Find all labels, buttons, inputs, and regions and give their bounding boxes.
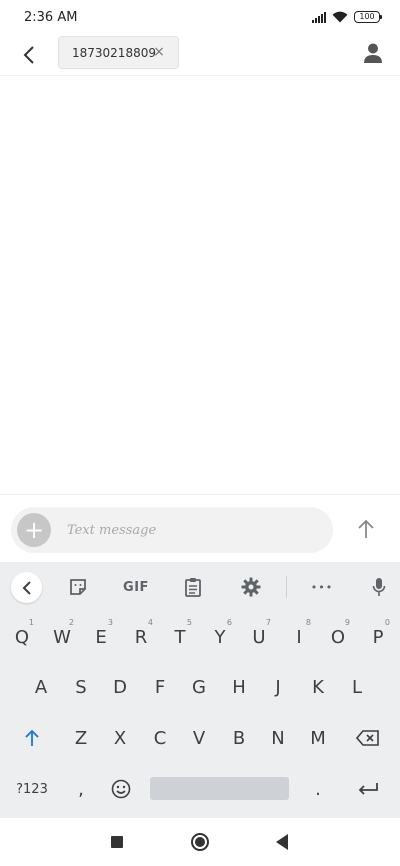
- chevron-left-icon: [23, 46, 34, 64]
- person-icon: [364, 43, 382, 63]
- key-x[interactable]: X: [102, 715, 138, 761]
- shift-key[interactable]: [12, 715, 52, 761]
- contact-button[interactable]: [358, 38, 388, 68]
- comma-key[interactable]: ,: [63, 766, 99, 812]
- key-a[interactable]: A: [23, 664, 59, 710]
- back-triangle-icon[interactable]: [276, 834, 288, 850]
- compose-field-container: +: [11, 507, 333, 553]
- key-z[interactable]: Z: [63, 715, 99, 761]
- send-button[interactable]: [352, 515, 380, 543]
- key-g[interactable]: G: [181, 664, 217, 710]
- system-nav-bar: [0, 818, 400, 866]
- attach-button[interactable]: +: [17, 513, 51, 547]
- key-p[interactable]: P0: [360, 614, 396, 660]
- key-k[interactable]: K: [300, 664, 336, 710]
- key-n[interactable]: N: [260, 715, 296, 761]
- battery-level: 100: [359, 12, 375, 21]
- key-s[interactable]: S: [63, 664, 99, 710]
- chevron-left-icon: [22, 580, 31, 595]
- status-icons: 100: [312, 11, 382, 23]
- key-w[interactable]: W2: [44, 614, 80, 660]
- key-l[interactable]: L: [339, 664, 375, 710]
- recipient-chip[interactable]: 18730218809 ×: [58, 36, 179, 69]
- key-m[interactable]: M: [300, 715, 336, 761]
- arrow-up-icon: [358, 519, 374, 538]
- key-v[interactable]: V: [181, 715, 217, 761]
- key-r[interactable]: R4: [123, 614, 159, 660]
- key-f[interactable]: F: [142, 664, 178, 710]
- key-i[interactable]: I8: [281, 614, 317, 660]
- plus-icon: +: [23, 516, 45, 544]
- toolbar-divider: [286, 576, 287, 598]
- recipient-number: 18730218809: [72, 45, 156, 60]
- enter-key[interactable]: [350, 766, 386, 812]
- shift-arrow-icon: [25, 729, 39, 746]
- clipboard-button[interactable]: [177, 571, 209, 603]
- key-q[interactable]: Q1: [4, 614, 40, 660]
- more-dots-icon: •••: [310, 580, 334, 594]
- enter-arrow-icon: [358, 783, 378, 795]
- key-c[interactable]: C: [142, 715, 178, 761]
- status-time: 2:36 AM: [24, 9, 78, 25]
- key-u[interactable]: U7: [241, 614, 277, 660]
- key-d[interactable]: D: [102, 664, 138, 710]
- emoji-key[interactable]: [103, 766, 139, 812]
- key-h[interactable]: H: [221, 664, 257, 710]
- message-list: [0, 76, 400, 494]
- signal-icon: [312, 11, 326, 23]
- message-input[interactable]: [67, 522, 307, 538]
- chip-close-icon[interactable]: ×: [152, 44, 166, 60]
- space-key[interactable]: [150, 777, 289, 800]
- more-button[interactable]: •••: [306, 571, 338, 603]
- symbols-key[interactable]: ?123: [10, 766, 54, 812]
- conversation-header: 18730218809 ×: [0, 34, 400, 76]
- key-t[interactable]: T5: [162, 614, 198, 660]
- keyboard-collapse-button[interactable]: [11, 572, 42, 603]
- status-bar: 2:36 AM 100: [0, 0, 400, 34]
- sticker-button[interactable]: [62, 571, 94, 603]
- gif-label: GIF: [123, 579, 149, 595]
- backspace-key[interactable]: [348, 715, 388, 761]
- keyboard-toolbar: GIF •••: [0, 562, 400, 612]
- key-o[interactable]: O9: [320, 614, 356, 660]
- recents-square-icon[interactable]: [111, 836, 123, 848]
- back-button[interactable]: [14, 40, 44, 70]
- settings-button[interactable]: [235, 571, 267, 603]
- period-key[interactable]: .: [300, 766, 336, 812]
- sticker-icon: [70, 579, 86, 595]
- keyboard: GIF ••• Q1 W2 E3 R4 T5 Y6 U 7 I 8 O 9 P …: [0, 562, 400, 818]
- key-e[interactable]: E3: [83, 614, 119, 660]
- smiley-icon: [111, 779, 131, 799]
- key-j[interactable]: J: [260, 664, 296, 710]
- battery-icon: 100: [354, 11, 382, 23]
- wifi-icon: [332, 11, 348, 23]
- gear-icon: [241, 577, 261, 597]
- home-circle-icon[interactable]: [191, 833, 209, 851]
- voice-input-button[interactable]: [363, 571, 395, 603]
- key-y[interactable]: Y6: [202, 614, 238, 660]
- backspace-icon: [356, 730, 379, 746]
- microphone-icon: [372, 578, 386, 596]
- gif-button[interactable]: GIF: [118, 571, 154, 603]
- key-b[interactable]: B: [221, 715, 257, 761]
- compose-bar: +: [0, 494, 400, 562]
- clipboard-icon: [185, 578, 201, 597]
